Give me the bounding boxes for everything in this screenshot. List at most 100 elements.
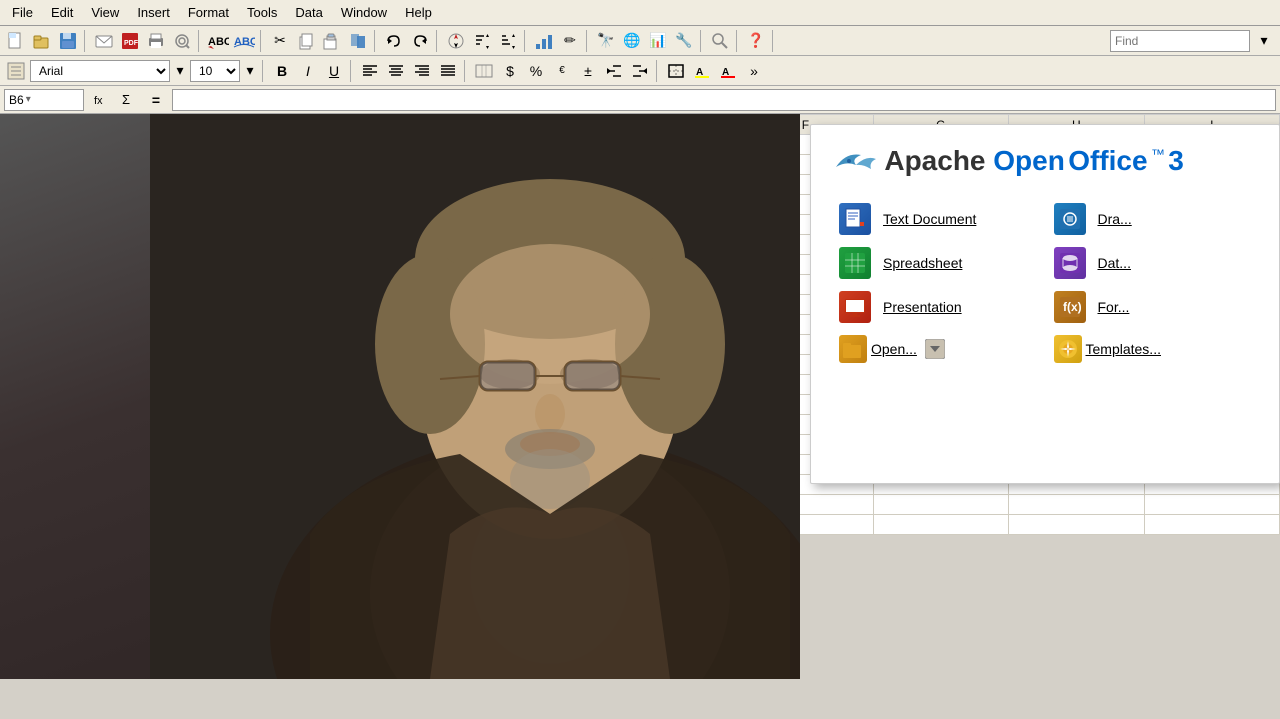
cell-G20[interactable]: [873, 515, 1008, 535]
ooo-item-formula[interactable]: f(x) For...: [1046, 285, 1260, 329]
btn-preview[interactable]: [170, 29, 194, 53]
btn-open[interactable]: [30, 29, 54, 53]
svg-text:f(x): f(x): [1063, 300, 1081, 314]
ooo-item-impress[interactable]: Presentation: [831, 285, 1045, 329]
find-input[interactable]: [1110, 30, 1250, 52]
btn-sort-desc[interactable]: [496, 29, 520, 53]
person-silhouette: [150, 114, 650, 679]
font-size-arrow[interactable]: ▾: [242, 59, 258, 83]
sep8: [700, 30, 704, 52]
btn-autocorrect[interactable]: ABC: [232, 29, 256, 53]
ooo-item-draw[interactable]: Dra...: [1046, 197, 1260, 241]
ooo-item-writer[interactable]: Text Document: [831, 197, 1045, 241]
menu-file[interactable]: File: [4, 3, 41, 22]
btn-add-decimal[interactable]: €: [550, 59, 574, 83]
btn-draw[interactable]: ✏: [558, 29, 582, 53]
menu-window[interactable]: Window: [333, 3, 395, 22]
btn-align-left[interactable]: [358, 59, 382, 83]
ooo-templates-row[interactable]: Templates...: [1046, 329, 1260, 369]
menu-data[interactable]: Data: [287, 3, 330, 22]
ooo-left-col: Text Document Spreadsheet Presentation: [831, 197, 1045, 369]
ooo-items-grid: Text Document Spreadsheet Presentation: [831, 197, 1259, 369]
btn-redo[interactable]: [408, 29, 432, 53]
ooo-item-database[interactable]: Dat...: [1046, 241, 1260, 285]
btn-percent[interactable]: %: [524, 59, 548, 83]
btn-find-arrow[interactable]: ▾: [1252, 29, 1276, 53]
cell-I19[interactable]: [1144, 495, 1280, 515]
btn-spellcheck[interactable]: ABC: [206, 29, 230, 53]
menu-tools[interactable]: Tools: [239, 3, 285, 22]
btn-currency[interactable]: $: [498, 59, 522, 83]
formula-bar: B6 ▾ fx Σ =: [0, 86, 1280, 114]
btn-chart[interactable]: [532, 29, 556, 53]
sep10: [772, 30, 776, 52]
btn-email[interactable]: [92, 29, 116, 53]
menu-bar: File Edit View Insert Format Tools Data …: [0, 0, 1280, 26]
btn-cut[interactable]: ✂: [268, 29, 292, 53]
ooo-item-calc[interactable]: Spreadsheet: [831, 241, 1045, 285]
btn-zoom[interactable]: [708, 29, 732, 53]
btn-sum[interactable]: Σ: [116, 88, 140, 112]
open-dropdown-arrow[interactable]: [925, 339, 945, 359]
btn-bg-color[interactable]: A: [690, 59, 714, 83]
btn-new[interactable]: [4, 29, 28, 53]
btn-align-right[interactable]: [410, 59, 434, 83]
btn-indent-less[interactable]: [602, 59, 626, 83]
sep-fmt3: [464, 60, 468, 82]
cell-G19[interactable]: [873, 495, 1008, 515]
ooo-panel: Apache Open Office ™ 3 Text Document: [810, 124, 1280, 484]
btn-bold[interactable]: B: [270, 59, 294, 83]
ooo-templates-label: Templates...: [1086, 341, 1161, 357]
font-size-select[interactable]: 10: [190, 60, 240, 82]
btn-italic[interactable]: I: [296, 59, 320, 83]
font-select-arrow[interactable]: ▾: [172, 59, 188, 83]
btn-sort-asc[interactable]: [470, 29, 494, 53]
btn-indent-more[interactable]: [628, 59, 652, 83]
btn-align-justify[interactable]: [436, 59, 460, 83]
btn-function-wizard[interactable]: fx: [88, 88, 112, 112]
btn-copy[interactable]: [294, 29, 318, 53]
btn-print[interactable]: [144, 29, 168, 53]
btn-navigator[interactable]: [444, 29, 468, 53]
btn-more-formatting[interactable]: »: [742, 59, 766, 83]
cell-reference-box[interactable]: B6 ▾: [4, 89, 84, 111]
ooo-icon-formula: f(x): [1054, 291, 1086, 323]
btn-hyperlink[interactable]: 🌐: [620, 29, 644, 53]
menu-format[interactable]: Format: [180, 3, 237, 22]
ooo-icon-templates: [1054, 335, 1082, 363]
btn-gallery[interactable]: 🔭: [594, 29, 618, 53]
cell-ref-dropdown[interactable]: ▾: [26, 94, 31, 105]
btn-borders[interactable]: [664, 59, 688, 83]
btn-align-center[interactable]: [384, 59, 408, 83]
menu-insert[interactable]: Insert: [129, 3, 178, 22]
btn-paste[interactable]: [320, 29, 344, 53]
menu-view[interactable]: View: [83, 3, 127, 22]
sep1: [84, 30, 88, 52]
btn-equal[interactable]: =: [144, 88, 168, 112]
btn-font-color[interactable]: A: [716, 59, 740, 83]
svg-text:Σ: Σ: [122, 92, 130, 107]
btn-macros[interactable]: 📊: [646, 29, 670, 53]
font-select[interactable]: Arial: [30, 60, 170, 82]
btn-save[interactable]: [56, 29, 80, 53]
btn-merge[interactable]: [472, 59, 496, 83]
btn-help[interactable]: ❓: [744, 29, 768, 53]
btn-remove-decimal[interactable]: ±: [576, 59, 600, 83]
cell-H20[interactable]: [1009, 515, 1144, 535]
btn-datatools[interactable]: 🔧: [672, 29, 696, 53]
cell-H19[interactable]: [1009, 495, 1144, 515]
ooo-icon-database: [1054, 247, 1086, 279]
tm-text: ™: [1151, 146, 1165, 162]
apache-text: Apache: [884, 145, 993, 176]
toolbar-formatting: Arial ▾ 10 ▾ B I U $ % € ± A A »: [0, 56, 1280, 86]
btn-export-pdf[interactable]: PDF: [118, 29, 142, 53]
btn-undo[interactable]: [382, 29, 406, 53]
btn-underline[interactable]: U: [322, 59, 346, 83]
cell-I20[interactable]: [1144, 515, 1280, 535]
menu-help[interactable]: Help: [397, 3, 440, 22]
btn-styles[interactable]: [4, 59, 28, 83]
menu-edit[interactable]: Edit: [43, 3, 81, 22]
ooo-open-row[interactable]: Open...: [831, 329, 1045, 369]
formula-input[interactable]: [172, 89, 1276, 111]
btn-clone[interactable]: [346, 29, 370, 53]
